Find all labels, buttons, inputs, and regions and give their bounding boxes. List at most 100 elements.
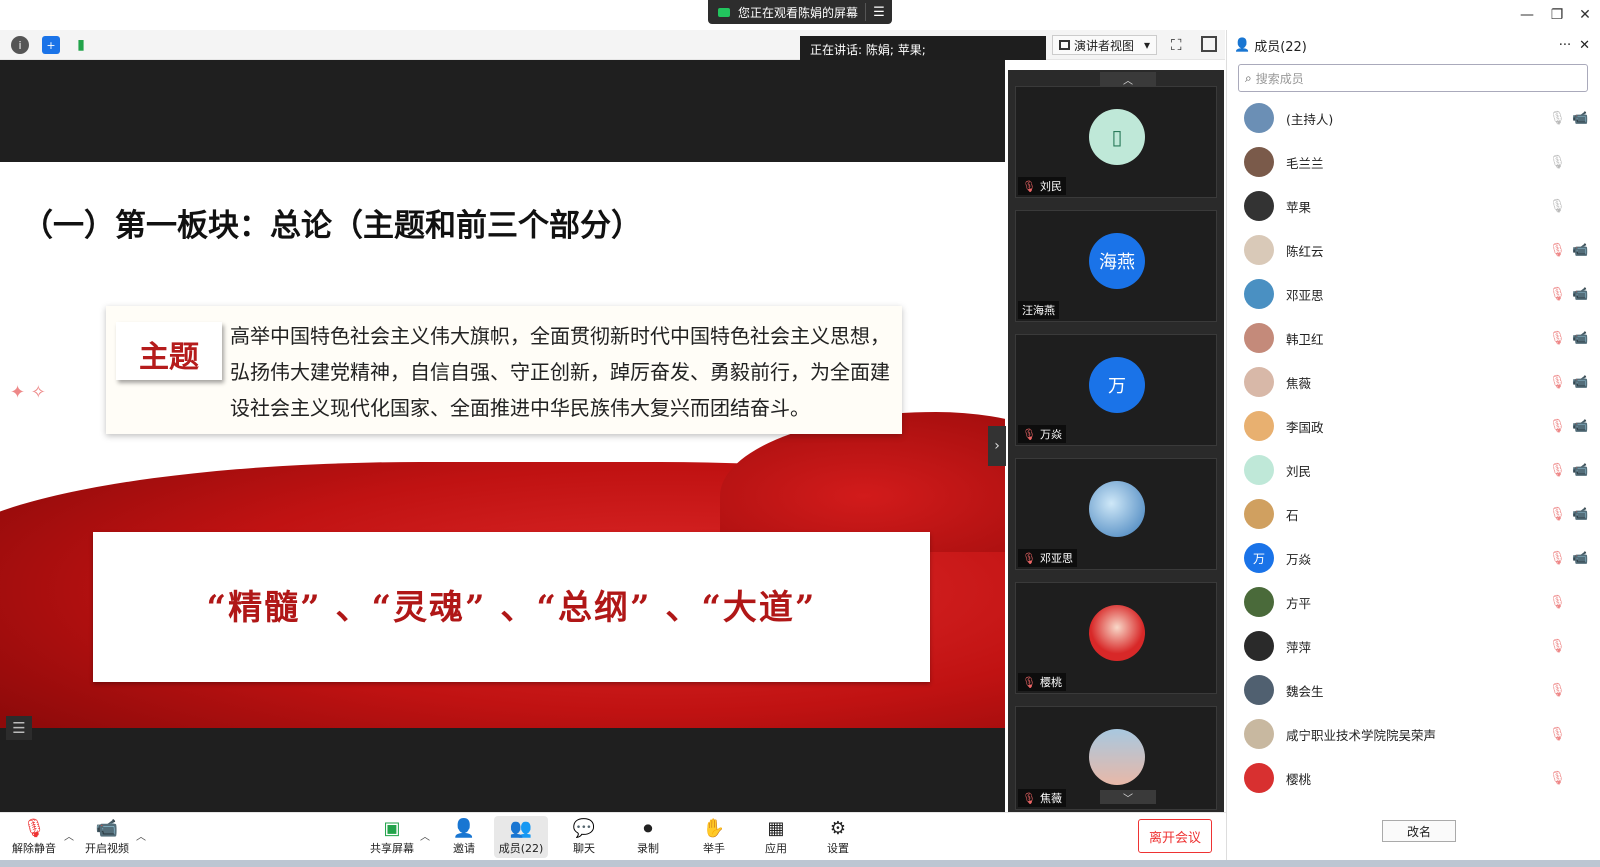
- video-tile[interactable]: 🎙 邓亚思: [1015, 458, 1217, 570]
- list-menu-icon[interactable]: ☰: [6, 716, 32, 740]
- member-row[interactable]: 万万焱 🎙 📹: [1226, 536, 1600, 580]
- camera-icon: [718, 7, 730, 17]
- view-mode-label: 演讲者视图: [1074, 38, 1135, 53]
- avatar: [1244, 235, 1274, 265]
- members-button[interactable]: 👥 成员(22): [494, 816, 548, 858]
- fullscreen-icon[interactable]: ⛶: [1171, 36, 1182, 54]
- member-row[interactable]: 石 🎙 📹: [1226, 492, 1600, 536]
- member-name: 李国政: [1286, 419, 1324, 435]
- member-name: 苹果: [1286, 199, 1312, 215]
- tile-name: 万焱: [1039, 428, 1062, 441]
- video-tile[interactable]: 海燕 汪海燕: [1015, 210, 1217, 322]
- share-screen-button[interactable]: ▣ 共享屏幕: [368, 816, 416, 858]
- gear-icon: ⚙: [829, 817, 847, 839]
- chevron-down-icon: ▾: [1143, 38, 1150, 52]
- video-tile[interactable]: 万 🎙 万焱: [1015, 334, 1217, 446]
- member-row[interactable]: 韩卫红 🎙 📹: [1226, 316, 1600, 360]
- start-video-button[interactable]: 📹 开启视频: [82, 816, 132, 858]
- video-options-caret[interactable]: ︿: [136, 828, 146, 843]
- mic-muted-icon: 🎙: [1549, 726, 1566, 742]
- search-members-input[interactable]: ⌕ 搜索成员: [1238, 64, 1588, 92]
- chevron-up-icon[interactable]: ︿: [1100, 72, 1156, 87]
- member-name: 陈红云: [1286, 243, 1324, 259]
- member-row[interactable]: 樱桃 🎙: [1226, 756, 1600, 800]
- info-icon[interactable]: i: [11, 36, 29, 54]
- close-window-button[interactable]: ✕: [1570, 0, 1600, 30]
- raise-hand-button[interactable]: ✋ 举手: [696, 816, 732, 858]
- theme-label-card: 主题: [116, 322, 222, 380]
- audio-options-caret[interactable]: ︿: [64, 828, 74, 843]
- mic-muted-icon: 🎙: [1549, 638, 1566, 654]
- chevron-down-icon[interactable]: ﹀: [1100, 790, 1156, 805]
- restore-button[interactable]: ❐: [1542, 0, 1572, 30]
- avatar: [1244, 323, 1274, 353]
- apps-button[interactable]: ▦ 应用: [758, 816, 794, 858]
- view-mode-button[interactable]: 演讲者视图 ▾: [1052, 35, 1157, 55]
- bird-decoration: ✦ ✧: [10, 382, 46, 403]
- avatar: [1244, 279, 1274, 309]
- chevron-right-icon[interactable]: ›: [988, 426, 1006, 466]
- menu-icon[interactable]: ☰: [866, 5, 892, 20]
- mic-icon: 🎙: [1549, 110, 1566, 126]
- video-off-icon: 📹: [1572, 506, 1589, 522]
- raise-hand-label: 举手: [703, 842, 725, 855]
- tile-name: 邓亚思: [1039, 552, 1073, 565]
- video-off-icon: 📹: [1572, 330, 1589, 346]
- member-row[interactable]: (主持人) 🎙 📹: [1226, 102, 1600, 140]
- search-placeholder: 搜索成员: [1255, 71, 1304, 86]
- record-label: 录制: [637, 842, 659, 855]
- minimize-button[interactable]: —: [1512, 0, 1542, 30]
- member-row[interactable]: 刘民 🎙 📹: [1226, 448, 1600, 492]
- share-options-caret[interactable]: ︿: [420, 828, 430, 843]
- member-row[interactable]: 萍萍 🎙: [1226, 624, 1600, 668]
- video-tile[interactable]: ▯ 🎙 刘民: [1015, 86, 1217, 198]
- member-name: 魏会生: [1286, 683, 1324, 699]
- share-screen-label: 共享屏幕: [370, 842, 414, 855]
- rename-button[interactable]: 改名: [1382, 820, 1456, 842]
- member-name: 樱桃: [1286, 771, 1312, 787]
- member-row[interactable]: 李国政 🎙 📹: [1226, 404, 1600, 448]
- chat-button[interactable]: 💬 聊天: [566, 816, 602, 858]
- avatar: ▯: [1089, 109, 1145, 165]
- member-name: 刘民: [1286, 463, 1312, 479]
- member-row[interactable]: 魏会生 🎙: [1226, 668, 1600, 712]
- chat-icon: 💬: [572, 817, 596, 839]
- invite-button[interactable]: 👤 邀请: [444, 816, 484, 858]
- add-user-icon: 👤: [452, 817, 476, 839]
- member-row[interactable]: 毛兰兰 🎙: [1226, 140, 1600, 184]
- tile-name: 刘民: [1039, 180, 1062, 193]
- member-row[interactable]: 陈红云 🎙 📹: [1226, 228, 1600, 272]
- member-name: 焦薇: [1286, 375, 1312, 391]
- mic-muted-icon: 🎙: [1549, 550, 1566, 566]
- signal-icon[interactable]: ▮: [72, 36, 90, 54]
- viewing-banner-text: 您正在观看陈娟的屏幕: [738, 5, 859, 20]
- member-row[interactable]: 苹果 🎙: [1226, 184, 1600, 228]
- member-name: 方平: [1286, 595, 1312, 611]
- record-button[interactable]: ⏺ 录制: [630, 816, 666, 858]
- viewing-banner[interactable]: 您正在观看陈娟的屏幕 ☰: [708, 0, 892, 24]
- settings-button[interactable]: ⚙ 设置: [820, 816, 856, 858]
- mic-muted-icon: 🎙: [1022, 179, 1036, 193]
- layout-icon: [1059, 40, 1070, 50]
- leave-meeting-button[interactable]: 离开会议: [1138, 819, 1212, 853]
- video-tile[interactable]: 🎙 樱桃: [1015, 582, 1217, 694]
- shield-icon[interactable]: +: [42, 36, 60, 54]
- avatar: [1089, 605, 1145, 661]
- avatar: 万: [1244, 543, 1274, 573]
- taskbar: [0, 860, 1600, 867]
- video-off-icon: 📹: [95, 817, 119, 839]
- member-row[interactable]: 邓亚思 🎙 📹: [1226, 272, 1600, 316]
- member-row[interactable]: 咸宁职业技术学院院吴荣声 🎙: [1226, 712, 1600, 756]
- avatar: 万: [1089, 357, 1145, 413]
- member-name: 韩卫红: [1286, 331, 1324, 347]
- members-list: (主持人) 🎙 📹 毛兰兰 🎙 苹果 🎙 陈红云 🎙 📹 邓亚思 🎙 📹 韩卫红 🎙 📹 焦薇 🎙 📹 李国政 🎙 📹 刘民…: [1226, 102, 1600, 802]
- mic-muted-icon: 🎙: [1022, 427, 1036, 441]
- unmute-button[interactable]: 🎙 解除静音: [10, 816, 58, 858]
- video-off-icon: 📹: [1572, 462, 1589, 478]
- more-icon[interactable]: ···: [1559, 38, 1571, 53]
- tile-name: 焦薇: [1039, 792, 1062, 805]
- layout-toggle-icon[interactable]: [1201, 36, 1217, 52]
- member-row[interactable]: 焦薇 🎙 📹: [1226, 360, 1600, 404]
- member-row[interactable]: 方平 🎙: [1226, 580, 1600, 624]
- close-panel-icon[interactable]: ✕: [1579, 38, 1590, 53]
